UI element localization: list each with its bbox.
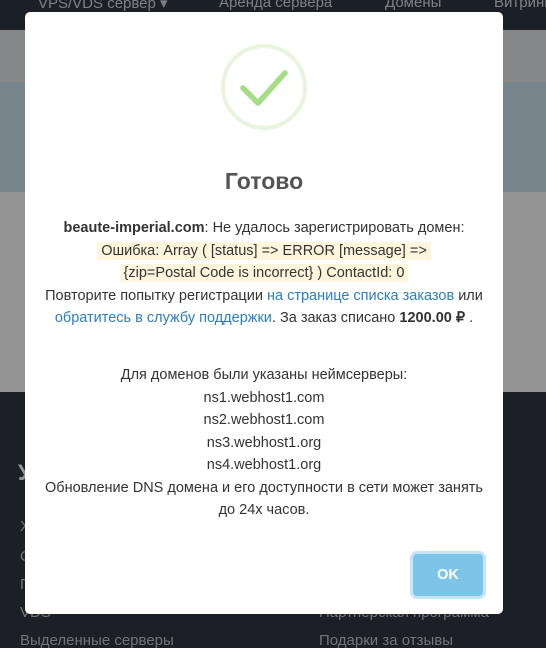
nameserver-item: ns4.webhost1.org bbox=[206, 457, 322, 473]
retry-text: Повторите попытку регистрации bbox=[45, 287, 267, 304]
charged-amount: 1200.00 ₽ bbox=[399, 310, 466, 326]
or-text: или bbox=[454, 287, 483, 304]
domain-name: beaute-imperial.com bbox=[63, 220, 205, 236]
nameservers-block: Для доменов были указаны неймсерверы: ns… bbox=[43, 364, 485, 522]
nameserver-item: ns3.webhost1.org bbox=[206, 434, 322, 451]
dialog-title: Готово bbox=[224, 168, 304, 194]
checkmark-icon bbox=[221, 44, 307, 130]
orders-list-link[interactable]: на странице списка заказов bbox=[267, 288, 454, 304]
ok-button[interactable]: OK bbox=[413, 554, 483, 596]
nameservers-intro: Для доменов были указаны неймсерверы: bbox=[120, 367, 408, 383]
nameserver-item: ns1.webhost1.com bbox=[203, 389, 325, 406]
period-text: . bbox=[465, 310, 474, 326]
support-link[interactable]: обратитесь в службу поддержки bbox=[55, 310, 272, 326]
error-text: Ошибка: Array ( [status] => ERROR [messa… bbox=[97, 241, 431, 260]
charged-text: . За заказ списано bbox=[271, 310, 400, 326]
success-dialog: Готово beaute-imperial.com: Не удалось з… bbox=[25, 12, 503, 614]
error-text-continued: {zip=Postal Code is incorrect} ) Contact… bbox=[119, 264, 409, 282]
dialog-message: beaute-imperial.com: Не удалось зарегист… bbox=[43, 217, 485, 330]
nameserver-item: ns2.webhost1.com bbox=[203, 412, 325, 428]
message-text: : Не удалось зарегистрировать домен: bbox=[204, 220, 465, 236]
dns-update-note: Обновление DNS домена и его доступности … bbox=[44, 479, 483, 519]
